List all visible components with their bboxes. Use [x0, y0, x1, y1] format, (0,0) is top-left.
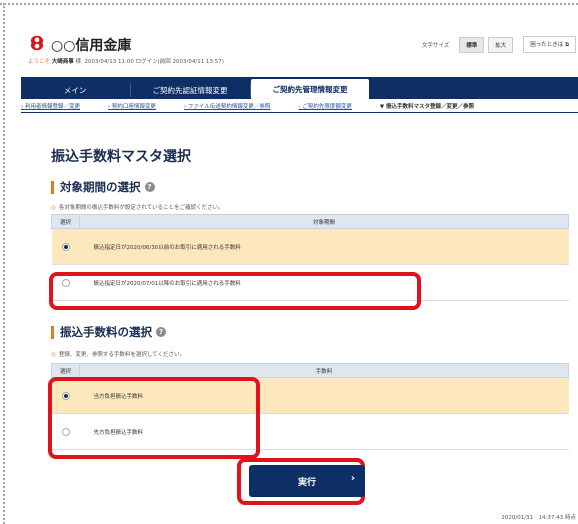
main-nav: メイン ご契約先認証情報変更 ご契約先管理情報変更 [21, 77, 578, 99]
section-period-title: 対象期間の選択 ? [51, 179, 155, 195]
table-header-row: 選択 手数料 [51, 363, 569, 378]
bank-name: ○○信用金庫 [51, 38, 132, 54]
external-link-icon: ⧉ [565, 42, 569, 48]
tab-main[interactable]: メイン [21, 81, 129, 99]
user-name: 大崎商事 [51, 59, 74, 65]
subnav-account-info[interactable]: › 契約口座情報変更 [108, 102, 170, 110]
section-period-note: ◎ 各対象期間の振込手数料が設定されていることをご確認ください。 [51, 205, 224, 211]
info-circle-icon: ◎ [51, 352, 56, 358]
subnav-file-transfer[interactable]: › ファイル伝送契約情報変更／参照 [184, 102, 284, 110]
font-large-button[interactable]: 拡大 [488, 36, 514, 53]
section-accent-bar [51, 180, 54, 194]
tab-management-info[interactable]: ご契約先管理情報変更 [251, 79, 369, 99]
help-question-icon[interactable]: ? [156, 327, 166, 337]
section-accent-bar [51, 325, 54, 339]
info-circle-icon: ◎ [51, 205, 56, 211]
font-size-label: 文字サイズ [421, 42, 450, 49]
chevron-right-icon: › [350, 473, 355, 484]
page-border-top [0, 3, 578, 5]
annotation-highlight-period [49, 272, 421, 310]
execute-button[interactable]: 実行 › [249, 465, 365, 497]
header-tools: 文字サイズ 標準 拡大 困ったときは ⧉ [422, 36, 576, 53]
col-period-header: 対象期間 [79, 214, 569, 229]
col-fee-header: 手数料 [79, 363, 569, 378]
table-header-row: 選択 対象期間 [51, 214, 569, 229]
period-radio-1[interactable] [61, 242, 70, 251]
bank-logo-icon [30, 35, 44, 51]
col-select-header: 選択 [51, 214, 80, 229]
timestamp: 2020/01/31 14:37:43 時点 [501, 515, 576, 521]
section-fee-note: ◎ 登録、変更、参照する手数料を選択してください。 [51, 352, 185, 358]
table-row[interactable]: 振込指定日が2020/06/30以前のお取引に適用される手数料 [51, 228, 569, 265]
section-fee-title: 振込手数料の選択 ? [51, 324, 166, 340]
col-select-header: 選択 [51, 363, 80, 378]
page-title: 振込手数料マスタ選択 [51, 149, 191, 165]
app-frame: ○○信用金庫 ようこそ 大崎商事 様 2003/04/13 11:00 ログイン… [21, 22, 578, 524]
help-question-icon[interactable]: ? [144, 182, 155, 192]
subnav-limit-change[interactable]: › ご契約先限度額変更 [298, 102, 365, 110]
sub-nav: › 利用者情報登録／変更 › 契約口座情報変更 › ファイル伝送契約情報変更／参… [21, 99, 578, 113]
subnav-fee-master[interactable]: ▼ 振込手数料マスタ登録／変更／参照 [380, 102, 474, 110]
subnav-user-info[interactable]: › 利用者情報登録／変更 [21, 102, 94, 110]
login-info: 2003/04/13 11:00 ログイン(前回 2003/04/11 13:5… [84, 59, 224, 65]
tab-auth-info[interactable]: ご契約先認証情報変更 [131, 81, 249, 99]
help-button[interactable]: 困ったときは ⧉ [523, 36, 576, 53]
welcome-text: ようこそ 大崎商事 様 2003/04/13 11:00 ログイン(前回 200… [28, 59, 224, 65]
period-option-1: 振込指定日が2020/06/30以前のお取引に適用される手数料 [79, 228, 569, 265]
page-border-left [3, 3, 5, 524]
font-standard-button[interactable]: 標準 [459, 36, 485, 53]
annotation-highlight-fee [48, 377, 260, 459]
